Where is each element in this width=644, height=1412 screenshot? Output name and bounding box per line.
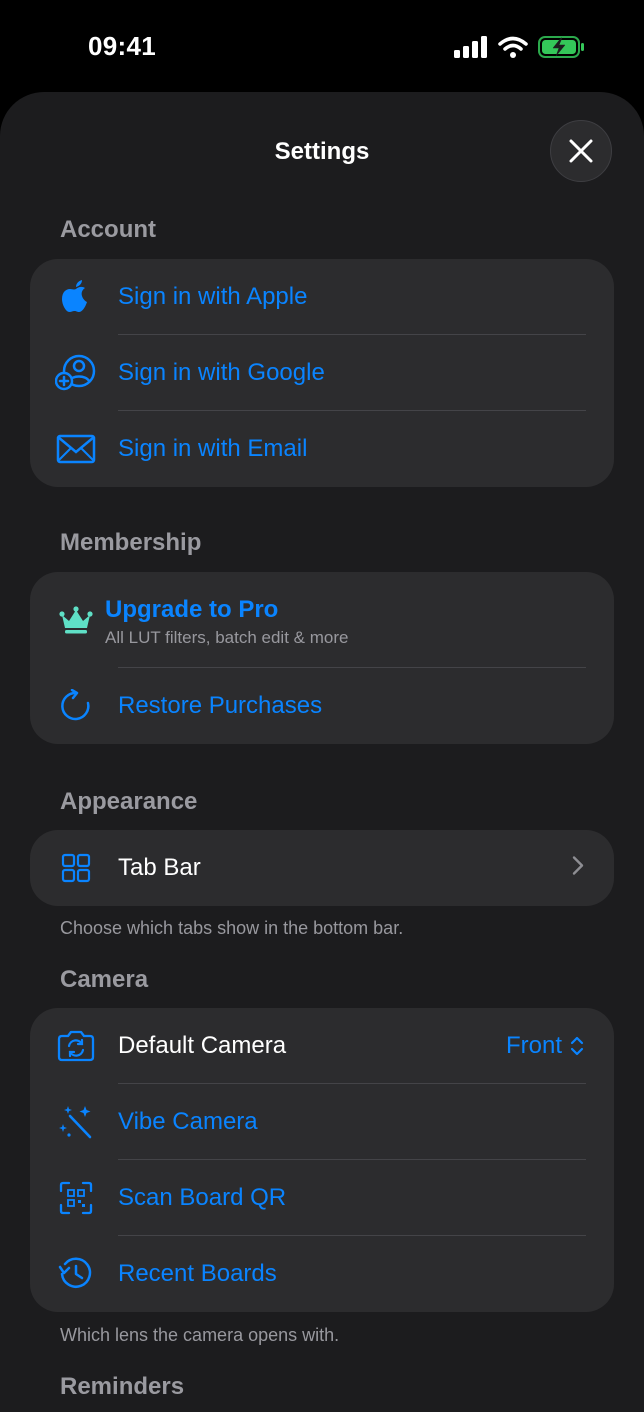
- sign-in-email-label: Sign in with Email: [118, 435, 308, 462]
- default-camera-row[interactable]: Default Camera Front: [30, 1008, 614, 1084]
- status-time: 09:41: [88, 31, 156, 61]
- section-header-membership: Membership: [60, 529, 202, 556]
- chevron-right-icon: [572, 856, 584, 881]
- sign-in-apple-label: Sign in with Apple: [118, 283, 308, 310]
- upgrade-to-pro-title: Upgrade to Pro: [105, 596, 279, 623]
- section-header-appearance: Appearance: [60, 788, 198, 815]
- grid-icon: [54, 846, 98, 890]
- account-card: Sign in with Apple Sign in with Google S…: [30, 259, 614, 487]
- restore-purchases-row[interactable]: Restore Purchases: [30, 668, 614, 744]
- person-add-icon: [54, 351, 98, 395]
- crown-icon: [54, 598, 98, 642]
- vibe-camera-label: Vibe Camera: [118, 1108, 258, 1135]
- membership-card: Upgrade to Pro All LUT filters, batch ed…: [30, 572, 614, 744]
- status-bar: 09:41: [0, 0, 644, 92]
- magic-wand-icon: [54, 1100, 98, 1144]
- apple-logo-icon: [54, 275, 98, 319]
- upgrade-to-pro-row[interactable]: Upgrade to Pro All LUT filters, batch ed…: [30, 572, 614, 668]
- vibe-camera-row[interactable]: Vibe Camera: [30, 1084, 614, 1160]
- recent-boards-row[interactable]: Recent Boards: [30, 1236, 614, 1312]
- camera-card: Default Camera Front Vibe Camera Scan Bo…: [30, 1008, 614, 1312]
- camera-footer: Which lens the camera opens with.: [60, 1325, 340, 1345]
- camera-rotate-icon: [54, 1024, 98, 1068]
- section-header-account: Account: [60, 216, 156, 243]
- settings-sheet: Settings Account Sign in with Apple Sign…: [0, 92, 644, 1412]
- sign-in-google-row[interactable]: Sign in with Google: [30, 335, 614, 411]
- qr-code-scan-icon: [54, 1176, 98, 1220]
- close-icon: [569, 139, 593, 163]
- envelope-icon: [54, 427, 98, 471]
- close-button[interactable]: [550, 120, 612, 182]
- clock-history-icon: [54, 1252, 98, 1296]
- upgrade-to-pro-subtitle: All LUT filters, batch edit & more: [105, 628, 349, 647]
- wifi-icon: [498, 36, 528, 63]
- recent-boards-label: Recent Boards: [118, 1260, 277, 1287]
- default-camera-value: Front: [505, 1032, 562, 1059]
- appearance-footer: Choose which tabs show in the bottom bar…: [60, 918, 404, 938]
- default-camera-picker[interactable]: Front: [506, 1032, 584, 1060]
- tab-bar-row[interactable]: Tab Bar: [30, 830, 614, 906]
- chevron-up-down-icon: [570, 1036, 584, 1056]
- tab-bar-label: Tab Bar: [118, 854, 201, 881]
- scan-board-qr-label: Scan Board QR: [118, 1184, 287, 1211]
- cellular-signal-icon: [454, 36, 488, 63]
- sign-in-google-label: Sign in with Google: [118, 359, 325, 386]
- status-icons: [454, 35, 586, 64]
- refresh-icon: [54, 684, 98, 728]
- page-title: Settings: [274, 138, 370, 165]
- restore-purchases-label: Restore Purchases: [118, 692, 323, 719]
- battery-charging-icon: [538, 35, 586, 64]
- appearance-card: Tab Bar: [30, 830, 614, 906]
- sign-in-apple-row[interactable]: Sign in with Apple: [30, 259, 614, 335]
- default-camera-label: Default Camera: [118, 1032, 287, 1059]
- sign-in-email-row[interactable]: Sign in with Email: [30, 411, 614, 487]
- scan-board-qr-row[interactable]: Scan Board QR: [30, 1160, 614, 1236]
- section-header-reminders: Reminders: [60, 1373, 185, 1400]
- section-header-camera: Camera: [60, 966, 149, 993]
